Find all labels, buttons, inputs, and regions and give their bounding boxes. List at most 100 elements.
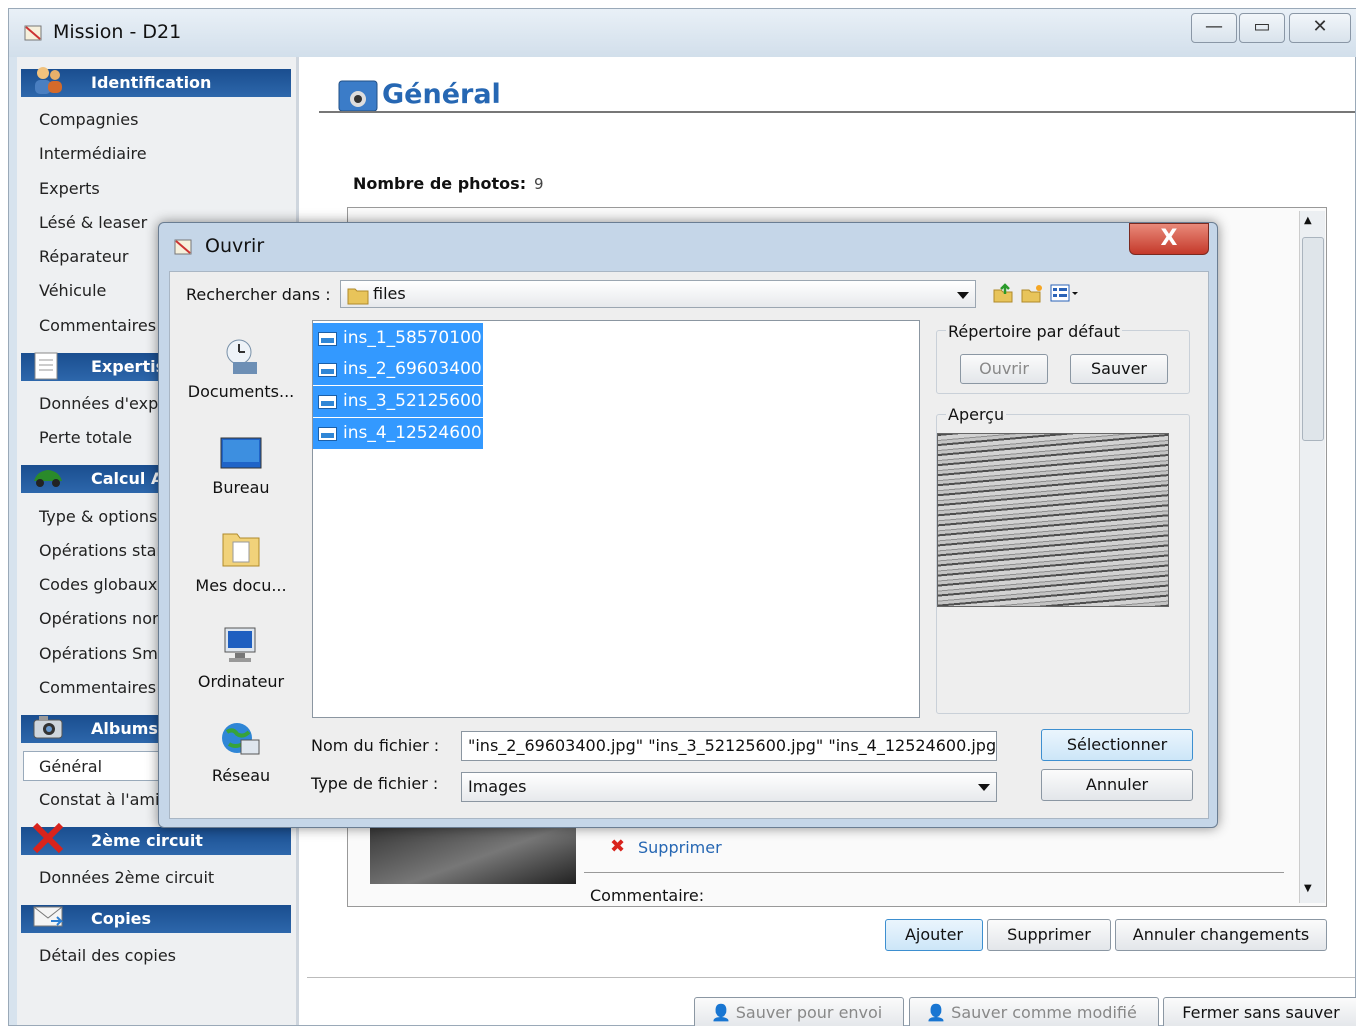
file-list[interactable]: ins_1_58570100 ins_2_69603400 ins_3_5212…: [312, 320, 920, 718]
view-menu-icon[interactable]: [1050, 282, 1080, 304]
save-default-dir-button[interactable]: Sauver: [1070, 354, 1168, 384]
places-bar: Documents... Bureau Mes docu... Ordinate…: [182, 320, 300, 804]
window-title: Mission - D21: [53, 21, 182, 43]
red-x-icon: [32, 822, 64, 854]
footer-divider: [307, 977, 1355, 978]
section-label: 2ème circuit: [91, 831, 203, 850]
title-bar: Mission - D21 — ▭ ✕: [9, 9, 1356, 57]
look-in-label: Rechercher dans :: [186, 285, 331, 304]
place-label: Mes docu...: [195, 576, 287, 595]
sidebar-item-experts[interactable]: Experts: [39, 174, 289, 204]
user-icon: 👤: [926, 1003, 946, 1022]
file-item[interactable]: ins_3_52125600: [313, 386, 483, 417]
chevron-down-icon: [978, 784, 990, 791]
image-file-icon: [318, 363, 337, 377]
open-file-dialog: Ouvrir X Rechercher dans : files Documen…: [158, 222, 1218, 828]
filename-label: Nom du fichier :: [311, 736, 440, 755]
my-documents-folder-icon: [222, 533, 260, 567]
close-without-saving-button[interactable]: Fermer sans sauver: [1163, 997, 1356, 1026]
dialog-app-icon: [174, 239, 192, 255]
section-2eme-circuit[interactable]: 2ème circuit: [21, 822, 291, 855]
section-label: Identification: [91, 73, 212, 92]
delete-button[interactable]: Supprimer: [987, 919, 1111, 951]
photo-list-scrollbar[interactable]: ▲ ▼: [1299, 211, 1325, 903]
comment-divider: [584, 872, 1284, 873]
filetype-value: Images: [468, 777, 527, 796]
sidebar-item-intermediaire[interactable]: Intermédiaire: [39, 139, 289, 169]
delete-photo-link[interactable]: Supprimer: [638, 838, 722, 857]
file-name: ins_3_52125600: [343, 391, 482, 411]
section-label: Albums: [91, 719, 158, 738]
scroll-down-icon[interactable]: ▼: [1304, 883, 1312, 894]
section-label: Calcul A: [91, 469, 164, 488]
place-network[interactable]: Réseau: [182, 720, 300, 785]
save-modified-button[interactable]: 👤 Sauver comme modifié: [909, 997, 1159, 1026]
section-identification[interactable]: Identification: [21, 67, 291, 97]
user-icon: 👤: [711, 1003, 731, 1022]
filetype-select[interactable]: Images: [461, 772, 997, 802]
place-desktop[interactable]: Bureau: [182, 436, 300, 497]
scroll-thumb[interactable]: [1302, 237, 1324, 441]
photos-count-label: Nombre de photos:: [353, 174, 527, 193]
delete-x-icon[interactable]: ✖: [610, 836, 625, 857]
recent-documents-icon: [226, 339, 257, 374]
place-my-documents[interactable]: Mes docu...: [182, 528, 300, 595]
section-label: Copies: [91, 909, 152, 928]
camera-icon: [33, 716, 63, 739]
file-name: ins_2_69603400: [343, 359, 482, 379]
file-item[interactable]: ins_2_69603400: [313, 354, 483, 385]
place-label: Documents...: [187, 382, 295, 401]
cancel-changes-button[interactable]: Annuler changements: [1115, 919, 1327, 951]
image-file-icon: [318, 332, 337, 346]
cancel-button[interactable]: Annuler: [1041, 769, 1193, 801]
look-in-combo[interactable]: files: [340, 280, 976, 308]
section-copies[interactable]: Copies: [21, 905, 291, 933]
place-label: Réseau: [211, 766, 271, 785]
place-computer[interactable]: Ordinateur: [182, 626, 300, 691]
document-icon: [34, 352, 58, 380]
preview-label: Aperçu: [946, 405, 1007, 424]
sidebar-item-donnees-2eme-circuit[interactable]: Données 2ème circuit: [39, 863, 289, 893]
default-dir-label: Répertoire par défaut: [946, 322, 1122, 341]
file-item[interactable]: ins_4_12524600: [313, 418, 483, 449]
new-folder-icon[interactable]: [1020, 282, 1044, 304]
sidebar-item-detail-copies[interactable]: Détail des copies: [39, 941, 289, 971]
app-icon: [24, 25, 42, 41]
save-modified-label: Sauver comme modifié: [951, 1003, 1137, 1022]
folder-icon: [347, 288, 369, 305]
look-in-value: files: [373, 284, 406, 303]
page-title: Général: [382, 79, 501, 110]
place-label: Ordinateur: [197, 672, 285, 691]
sidebar-item-compagnies[interactable]: Compagnies: [39, 105, 289, 135]
dialog-close-button[interactable]: X: [1129, 223, 1209, 255]
car-icon: [34, 470, 62, 487]
maximize-button[interactable]: ▭: [1239, 13, 1285, 43]
preview-image: [937, 433, 1169, 607]
filename-input[interactable]: "ins_2_69603400.jpg" "ins_3_52125600.jpg…: [461, 731, 997, 761]
file-name: ins_1_58570100: [343, 328, 482, 348]
minimize-button[interactable]: —: [1191, 13, 1237, 43]
file-name: ins_4_12524600: [343, 423, 482, 443]
section-label: Expertis: [91, 357, 166, 376]
place-label: Bureau: [212, 478, 270, 497]
network-globe-icon: [222, 723, 260, 755]
photos-count-value: 9: [534, 175, 544, 193]
image-file-icon: [318, 395, 337, 409]
comment-label: Commentaire:: [590, 886, 705, 905]
up-folder-icon[interactable]: [992, 282, 1014, 304]
place-recent-documents[interactable]: Documents...: [182, 336, 300, 401]
close-window-button[interactable]: ✕: [1289, 13, 1351, 43]
photo-thumbnail[interactable]: [370, 822, 576, 884]
add-button[interactable]: Ajouter: [885, 919, 983, 951]
people-icon: [35, 67, 62, 94]
computer-icon: [224, 627, 256, 662]
select-button[interactable]: Sélectionner: [1041, 729, 1193, 761]
image-file-icon: [318, 427, 337, 441]
open-default-dir-button[interactable]: Ouvrir: [960, 354, 1048, 384]
scroll-up-icon[interactable]: ▲: [1304, 215, 1312, 226]
file-item[interactable]: ins_1_58570100: [313, 323, 483, 354]
filetype-label: Type de fichier :: [311, 774, 439, 793]
chevron-down-icon: [957, 292, 969, 299]
save-send-button[interactable]: 👤 Sauver pour envoi: [694, 997, 904, 1026]
title-divider: [319, 111, 1355, 113]
